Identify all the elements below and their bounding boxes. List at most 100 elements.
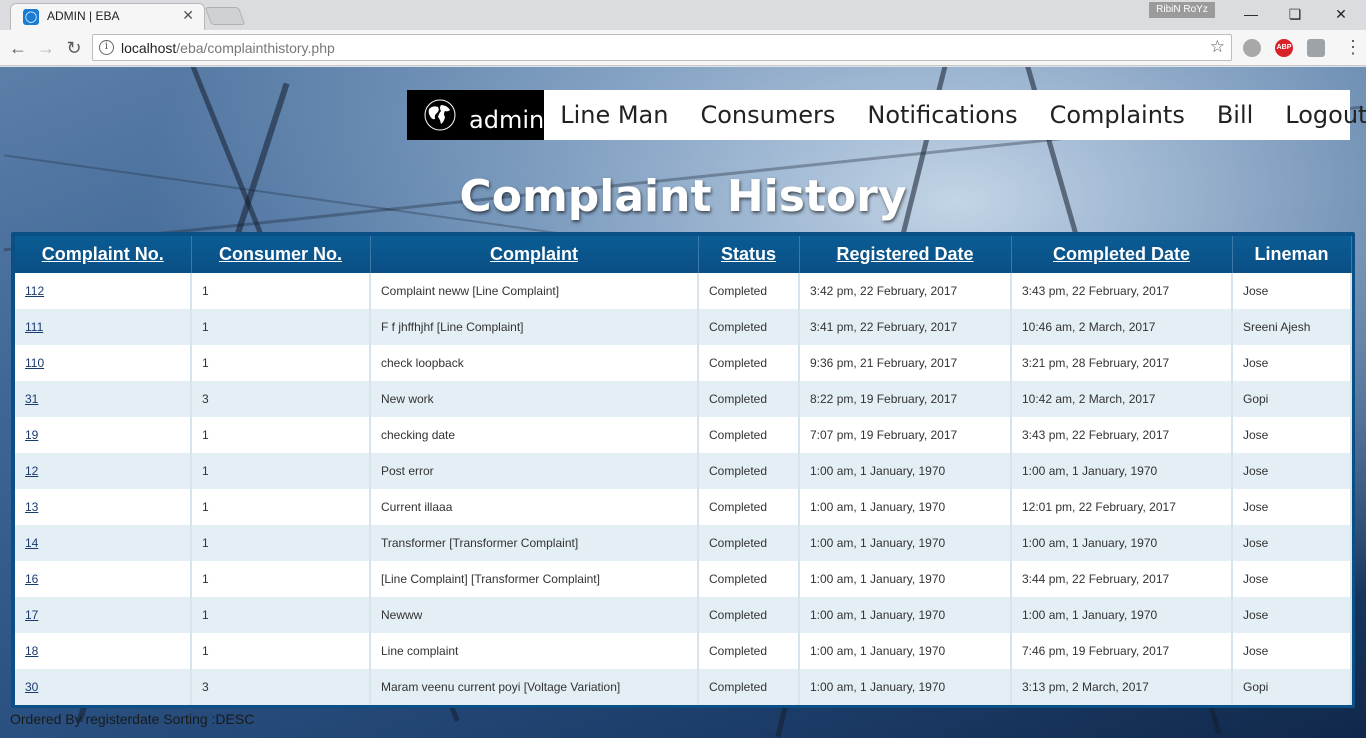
col-header-status[interactable]: Status <box>698 236 800 273</box>
address-bar[interactable]: i localhost/eba/complainthistory.php ☆ <box>92 34 1232 61</box>
col-header-complaint[interactable]: Complaint <box>370 236 699 273</box>
consumer-no-cell: 1 <box>191 417 371 453</box>
completed-date-cell: 3:43 pm, 22 February, 2017 <box>1011 417 1233 453</box>
nav-consumers[interactable]: Consumers <box>684 90 851 140</box>
restore-icon[interactable]: ❏ <box>1272 3 1318 25</box>
table-row: 17 1 Newww Completed 1:00 am, 1 January, 197… <box>15 597 1352 633</box>
favicon-icon: ◯ <box>23 9 39 25</box>
abp-icon[interactable]: ABP <box>1275 39 1293 57</box>
page-title: Complaint History <box>459 171 907 222</box>
registered-date-cell: 3:41 pm, 22 February, 2017 <box>799 309 1012 345</box>
globe-extension-icon[interactable] <box>1243 39 1261 57</box>
complaint-no-cell[interactable]: 112 <box>15 273 192 309</box>
lineman-cell: Jose <box>1232 597 1352 633</box>
complaint-link[interactable]: 111 <box>25 320 43 334</box>
sort-link[interactable]: Status <box>721 244 776 264</box>
registered-date-cell: 8:22 pm, 19 February, 2017 <box>799 381 1012 417</box>
table-row: 112 1 Complaint neww [Line Complaint] Compl… <box>15 273 1352 309</box>
nav-line-man[interactable]: Line Man <box>544 90 684 140</box>
table-row: 12 1 Post error Completed 1:00 am, 1 January… <box>15 453 1352 489</box>
completed-date-cell: 7:46 pm, 19 February, 2017 <box>1011 633 1233 669</box>
nav-bill[interactable]: Bill <box>1201 90 1269 140</box>
info-icon[interactable]: i <box>99 40 114 55</box>
complaint-no-cell[interactable]: 30 <box>15 669 192 705</box>
consumer-no-cell: 3 <box>191 381 371 417</box>
consumer-no-cell: 1 <box>191 633 371 669</box>
complaint-no-cell[interactable]: 18 <box>15 633 192 669</box>
complaint-link[interactable]: 13 <box>25 500 38 514</box>
shield-extension-icon[interactable] <box>1307 39 1325 57</box>
complaint-link[interactable]: 110 <box>25 356 44 370</box>
status-cell: Completed <box>698 669 800 705</box>
kebab-menu-icon[interactable]: ⋮ <box>1344 38 1362 56</box>
complaint-no-cell[interactable]: 14 <box>15 525 192 561</box>
nav-notifications[interactable]: Notifications <box>851 90 1033 140</box>
consumer-no-cell: 1 <box>191 309 371 345</box>
tab-title: ADMIN | EBA <box>47 9 120 23</box>
complaint-no-cell[interactable]: 110 <box>15 345 192 381</box>
complaint-link[interactable]: 14 <box>25 536 38 550</box>
complaint-cell: Line complaint <box>370 633 699 669</box>
profile-badge[interactable]: RibiN RoYz <box>1149 2 1215 18</box>
complaint-no-cell[interactable]: 13 <box>15 489 192 525</box>
table-row: 13 1 Current illaaa Completed 1:00 am, 1 Jan… <box>15 489 1352 525</box>
complaint-history-table-container: Complaint No. Consumer No. Complaint Sta… <box>11 232 1355 708</box>
complaint-link[interactable]: 30 <box>25 680 38 694</box>
reload-icon[interactable]: ↻ <box>62 36 86 60</box>
complaint-no-cell[interactable]: 19 <box>15 417 192 453</box>
bookmark-star-icon[interactable]: ☆ <box>1210 37 1225 57</box>
col-header-registered-date[interactable]: Registered Date <box>799 236 1012 273</box>
complaint-link[interactable]: 16 <box>25 572 38 586</box>
registered-date-cell: 1:00 am, 1 January, 1970 <box>799 633 1012 669</box>
lineman-cell: Jose <box>1232 525 1352 561</box>
lineman-cell: Jose <box>1232 489 1352 525</box>
complaint-no-cell[interactable]: 16 <box>15 561 192 597</box>
status-cell: Completed <box>698 417 800 453</box>
sort-link[interactable]: Completed Date <box>1053 244 1190 264</box>
nav-logout[interactable]: Logout <box>1269 90 1366 140</box>
minimize-icon[interactable]: — <box>1228 3 1274 25</box>
col-header-complaint-no[interactable]: Complaint No. <box>15 236 192 273</box>
brand-link[interactable]: admin <box>407 90 545 140</box>
forward-arrow-icon[interactable]: → <box>34 36 58 60</box>
registered-date-cell: 1:00 am, 1 January, 1970 <box>799 669 1012 705</box>
complaint-no-cell[interactable]: 111 <box>15 309 192 345</box>
consumer-no-cell: 1 <box>191 273 371 309</box>
complaint-link[interactable]: 19 <box>25 428 38 442</box>
lineman-cell: Jose <box>1232 453 1352 489</box>
complaint-no-cell[interactable]: 17 <box>15 597 192 633</box>
consumer-no-cell: 1 <box>191 525 371 561</box>
sort-link[interactable]: Consumer No. <box>219 244 342 264</box>
complaint-cell: F f jhffhjhf [Line Complaint] <box>370 309 699 345</box>
complaint-no-cell[interactable]: 31 <box>15 381 192 417</box>
lineman-cell: Jose <box>1232 633 1352 669</box>
completed-date-cell: 3:21 pm, 28 February, 2017 <box>1011 345 1233 381</box>
browser-tab[interactable]: ◯ ADMIN | EBA ✕ <box>10 3 205 30</box>
close-icon[interactable]: ✕ <box>182 7 194 24</box>
nav-complaints[interactable]: Complaints <box>1034 90 1201 140</box>
complaint-no-cell[interactable]: 12 <box>15 453 192 489</box>
back-arrow-icon[interactable]: ← <box>6 36 30 60</box>
complaint-cell: Transformer [Transformer Complaint] <box>370 525 699 561</box>
completed-date-cell: 1:00 am, 1 January, 1970 <box>1011 525 1233 561</box>
sort-link[interactable]: Registered Date <box>836 244 973 264</box>
complaint-link[interactable]: 18 <box>25 644 38 658</box>
new-tab-button[interactable] <box>204 7 246 25</box>
sort-link[interactable]: Complaint No. <box>42 244 164 264</box>
page-viewport: admin Line Man Consumers Notifications C… <box>0 67 1366 738</box>
complaint-link[interactable]: 17 <box>25 608 38 622</box>
status-cell: Completed <box>698 561 800 597</box>
col-header-completed-date[interactable]: Completed Date <box>1011 236 1233 273</box>
lineman-cell: Jose <box>1232 561 1352 597</box>
table-row: 31 3 New work Completed 8:22 pm, 19 February… <box>15 381 1352 417</box>
complaint-link[interactable]: 12 <box>25 464 38 478</box>
main-navigation: admin Line Man Consumers Notifications C… <box>407 90 1366 140</box>
url-host: localhost <box>121 40 177 56</box>
sort-link[interactable]: Complaint <box>490 244 578 264</box>
complaint-link[interactable]: 31 <box>25 392 38 406</box>
window-close-icon[interactable]: ✕ <box>1318 3 1364 25</box>
complaint-link[interactable]: 112 <box>25 284 44 298</box>
consumer-no-cell: 1 <box>191 489 371 525</box>
consumer-no-cell: 3 <box>191 669 371 705</box>
col-header-consumer-no[interactable]: Consumer No. <box>191 236 371 273</box>
